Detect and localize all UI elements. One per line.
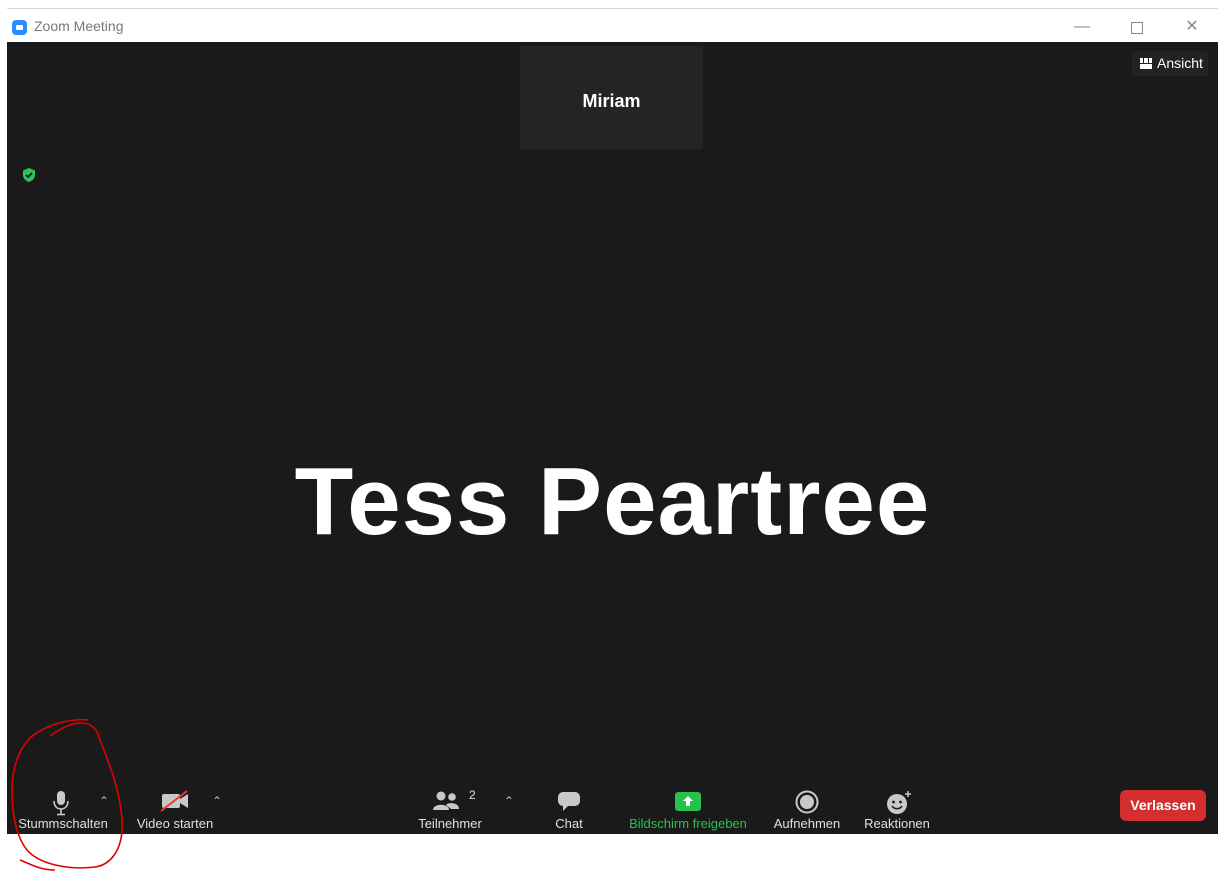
participants-label: Teilnehmer [418,816,482,831]
participants-button[interactable]: 2 Teilnehmer [410,774,490,834]
video-off-icon [160,790,188,812]
window-title: Zoom Meeting [34,18,124,34]
record-label: Aufnehmen [773,816,841,831]
share-screen-icon [675,792,701,811]
view-button[interactable]: Ansicht [1132,51,1208,76]
video-label: Video starten [136,816,214,831]
zoom-app-icon [12,20,27,35]
microphone-icon [53,791,69,816]
reactions-icon [887,791,911,814]
reactions-button[interactable]: Reaktionen [859,774,935,834]
active-speaker-name: Tess Peartree [294,448,931,555]
participant-thumbnail[interactable]: Miriam [520,46,703,149]
record-button[interactable]: Aufnehmen [769,774,845,834]
security-shield-icon[interactable] [21,167,37,183]
chat-icon [558,792,580,811]
start-video-button[interactable]: Video starten [125,774,225,834]
chat-label: Chat [555,816,583,831]
chevron-up-icon[interactable]: ⌃ [212,794,222,808]
share-label: Bildschirm freigeben [629,816,747,831]
view-button-label: Ansicht [1157,55,1203,71]
close-icon[interactable]: ✕ [1172,14,1212,40]
chevron-up-icon[interactable]: ⌃ [504,794,514,808]
leave-button[interactable]: Verlassen [1120,790,1206,821]
chevron-up-icon[interactable]: ⌃ [99,794,109,808]
record-icon [795,790,819,814]
participants-icon [433,791,459,810]
zoom-window: Zoom Meeting — ✕ Miriam Ansicht Tess Pea… [7,8,1218,834]
reactions-label: Reaktionen [864,816,930,831]
chat-button[interactable]: Chat [544,774,594,834]
mute-label: Stummschalten [18,816,108,831]
participants-count: 2 [469,788,476,802]
minimize-icon[interactable]: — [1062,14,1102,40]
meeting-area: Miriam Ansicht Tess Peartree Stummschalt… [7,42,1218,834]
share-screen-button[interactable]: Bildschirm freigeben [620,774,756,834]
meeting-toolbar: Stummschalten ⌃ Video starten ⌃ 2 Teilne… [7,774,1218,834]
maximize-icon[interactable] [1117,14,1157,40]
title-bar: Zoom Meeting — ✕ [7,8,1218,43]
grid-view-icon [1140,58,1152,69]
thumbnail-name: Miriam [582,91,641,111]
